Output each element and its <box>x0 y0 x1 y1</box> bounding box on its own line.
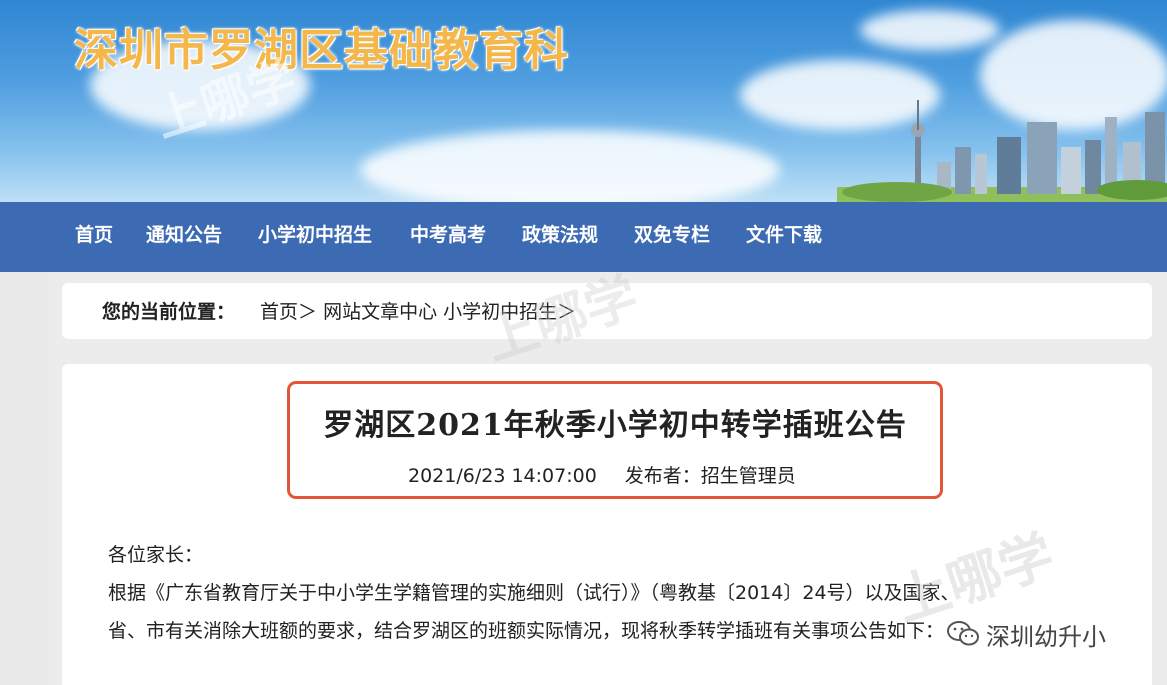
nav-item-exemption[interactable]: 双免专栏 <box>634 218 710 252</box>
breadcrumb: 您的当前位置： 首页＞ 网站文章中心 小学初中招生＞ 上哪学 <box>62 268 1152 371</box>
nav-item-downloads[interactable]: 文件下载 <box>746 218 822 252</box>
nav-item-enrollment[interactable]: 小学初中招生 <box>258 218 372 252</box>
nav-item-policies[interactable]: 政策法规 <box>522 218 598 252</box>
nav-item-exams[interactable]: 中考高考 <box>410 218 486 252</box>
breadcrumb-label: 您的当前位置： <box>102 301 236 323</box>
banner-cloud <box>360 130 780 202</box>
nav-item-notices[interactable]: 通知公告 <box>146 218 222 252</box>
site-banner: 深圳市罗湖区基础教育科 上哪学 <box>0 0 1167 202</box>
banner-cloud <box>860 10 1000 50</box>
article-meta: 2021/6/23 14:07:00 发布者：招生管理员 <box>408 461 796 488</box>
publisher: 发布者：招生管理员 <box>624 465 796 487</box>
wechat-watermark: 深圳幼升小 <box>940 611 1114 657</box>
breadcrumb-home-link[interactable]: 首页＞ <box>260 301 317 323</box>
nav-item-home[interactable]: 首页 <box>75 218 113 252</box>
site-title: 深圳市罗湖区基础教育科 <box>74 25 569 76</box>
wechat-icon <box>947 621 979 646</box>
breadcrumb-section-link[interactable]: 网站文章中心 <box>323 301 437 323</box>
article-title: 罗湖区2021年秋季小学初中转学插班公告 <box>323 408 907 443</box>
wechat-account-name: 深圳幼升小 <box>986 622 1106 651</box>
main-nav: 首页 通知公告 小学初中招生 中考高考 政策法规 双免专栏 文件下载 <box>0 202 1167 272</box>
city-skyline-image <box>837 100 1167 202</box>
title-highlight-box: 罗湖区2021年秋季小学初中转学插班公告 2021/6/23 14:07:00 发… <box>287 381 943 499</box>
publish-date: 2021/6/23 14:07:00 <box>408 465 597 487</box>
